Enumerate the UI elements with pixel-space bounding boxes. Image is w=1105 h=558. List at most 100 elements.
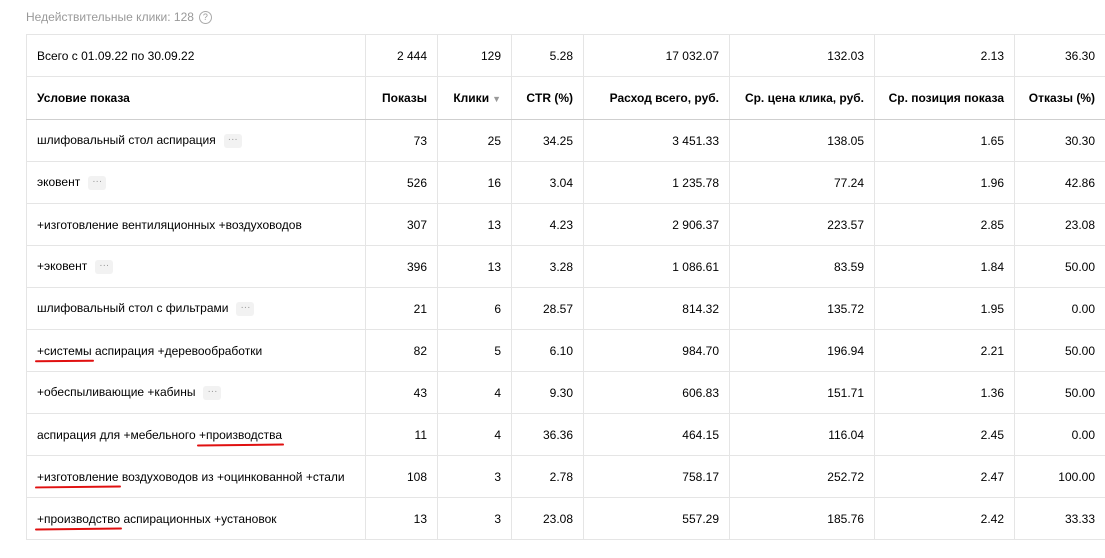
condition-cell: шлифовальный стол аспирация ··· (26, 119, 366, 162)
impressions-cell: 21 (365, 287, 438, 330)
avg-cpc-cell: 116.04 (729, 413, 875, 456)
ctr-cell: 36.36 (511, 413, 584, 456)
column-header-condition[interactable]: Условие показа (26, 76, 366, 120)
column-header-ctr[interactable]: CTR (%) (511, 76, 584, 120)
column-header-avg-position[interactable]: Ср. позиция показа (874, 76, 1015, 120)
total-avg-cpc: 132.03 (729, 34, 875, 77)
column-header-impressions[interactable]: Показы (365, 76, 438, 120)
impressions-cell: 13 (365, 497, 438, 540)
total-label: Всего с 01.09.22 по 30.09.22 (26, 34, 366, 77)
table-row: аспирация для +мебельного +производства 1… (26, 413, 1105, 456)
red-underline-mark (196, 443, 285, 446)
clicks-cell: 13 (437, 203, 512, 246)
clicks-cell: 5 (437, 329, 512, 372)
spend-cell: 606.83 (583, 371, 730, 414)
condition-cell: +эковент ··· (26, 245, 366, 288)
avg-cpc-cell: 185.76 (729, 497, 875, 540)
condition-cell: аспирация для +мебельного +производства (26, 413, 366, 456)
bounce-cell: 0.00 (1014, 413, 1105, 456)
clicks-cell: 6 (437, 287, 512, 330)
keyword-text: аспирация для +мебельного +производства (37, 428, 285, 446)
spend-cell: 814.32 (583, 287, 730, 330)
clicks-cell: 3 (437, 455, 512, 498)
table-row: +изготовление вентиляционных +воздуховод… (26, 203, 1105, 246)
ctr-cell: 6.10 (511, 329, 584, 372)
table-row: +обеспыливающие +кабины ··· 43 4 9.30 606.83 1… (26, 371, 1105, 414)
spend-cell: 3 451.33 (583, 119, 730, 162)
more-options-button[interactable]: ··· (88, 175, 107, 190)
condition-cell: +изготовление вентиляционных +воздуховод… (26, 203, 366, 246)
spend-cell: 984.70 (583, 329, 730, 372)
red-underline-mark (34, 527, 123, 530)
bounce-cell: 30.30 (1014, 119, 1105, 162)
condition-cell: +производство аспирационных +установок (26, 497, 366, 540)
ctr-cell: 23.08 (511, 497, 584, 540)
total-spend: 17 032.07 (583, 34, 730, 77)
table-row: +производство аспирационных +установок 13… (26, 497, 1105, 540)
help-icon[interactable]: ? (198, 10, 212, 24)
table-row: +эковент ··· 396 13 3.28 1 086.61 83.59 1.84 50.… (26, 245, 1105, 288)
total-avg-position: 2.13 (874, 34, 1015, 77)
keyword-text: шлифовальный стол аспирация (37, 133, 216, 148)
avg-cpc-cell: 223.57 (729, 203, 875, 246)
table-row: шлифовальный стол аспирация ··· 73 25 34.25 3… (26, 119, 1105, 162)
clicks-cell: 13 (437, 245, 512, 288)
avg-position-cell: 1.96 (874, 161, 1015, 204)
table-row: шлифовальный стол с фильтрами ··· 21 6 28.57… (26, 287, 1105, 330)
impressions-cell: 526 (365, 161, 438, 204)
avg-position-cell: 2.45 (874, 413, 1015, 456)
avg-cpc-cell: 196.94 (729, 329, 875, 372)
avg-cpc-cell: 83.59 (729, 245, 875, 288)
avg-position-cell: 1.36 (874, 371, 1015, 414)
keyword-text: +изготовление воздуховодов из +оцинкован… (34, 470, 345, 488)
avg-position-cell: 2.47 (874, 455, 1015, 498)
more-options-button[interactable]: ··· (223, 133, 242, 148)
ctr-cell: 28.57 (511, 287, 584, 330)
column-header-bounce[interactable]: Отказы (%) (1014, 76, 1105, 120)
avg-position-cell: 2.85 (874, 203, 1015, 246)
more-options-button[interactable]: ··· (203, 385, 222, 400)
keyword-text: +системы аспирация +деревообработки (34, 344, 262, 362)
bounce-cell: 50.00 (1014, 371, 1105, 414)
table-row: эковент ··· 526 16 3.04 1 235.78 77.24 1.96 42.8… (26, 161, 1105, 204)
column-header-spend[interactable]: Расход всего, руб. (583, 76, 730, 120)
keyword-text: шлифовальный стол с фильтрами (37, 301, 229, 316)
impressions-cell: 108 (365, 455, 438, 498)
ctr-cell: 3.28 (511, 245, 584, 288)
keyword-text: эковент (37, 175, 81, 190)
avg-position-cell: 1.95 (874, 287, 1015, 330)
bounce-cell: 100.00 (1014, 455, 1105, 498)
clicks-cell: 4 (437, 413, 512, 456)
clicks-cell: 25 (437, 119, 512, 162)
column-header-clicks[interactable]: Клики ▼ (437, 76, 512, 120)
column-header-avg-cpc[interactable]: Ср. цена клика, руб. (729, 76, 875, 120)
avg-cpc-cell: 77.24 (729, 161, 875, 204)
spend-cell: 758.17 (583, 455, 730, 498)
condition-cell: эковент ··· (26, 161, 366, 204)
avg-cpc-cell: 151.71 (729, 371, 875, 414)
invalid-clicks-label: Недействительные клики: 128 (26, 10, 194, 24)
keyword-text: +изготовление вентиляционных +воздуховод… (37, 217, 302, 232)
condition-cell: +обеспыливающие +кабины ··· (26, 371, 366, 414)
more-options-button[interactable]: ··· (95, 259, 114, 274)
avg-position-cell: 1.65 (874, 119, 1015, 162)
rows-body: шлифовальный стол аспирация ··· 73 25 34.25 3… (26, 119, 1105, 540)
spend-cell: 464.15 (583, 413, 730, 456)
total-clicks: 129 (437, 34, 512, 77)
bounce-cell: 33.33 (1014, 497, 1105, 540)
total-impressions: 2 444 (365, 34, 438, 77)
more-options-button[interactable]: ··· (236, 301, 255, 316)
red-underline-mark (34, 359, 94, 362)
keyword-text: +обеспыливающие +кабины (37, 385, 196, 400)
impressions-cell: 73 (365, 119, 438, 162)
condition-cell: +изготовление воздуховодов из +оцинкован… (26, 455, 366, 498)
bounce-cell: 50.00 (1014, 329, 1105, 372)
ctr-cell: 3.04 (511, 161, 584, 204)
total-bounce: 36.30 (1014, 34, 1105, 77)
condition-cell: +системы аспирация +деревообработки (26, 329, 366, 372)
clicks-cell: 3 (437, 497, 512, 540)
bounce-cell: 23.08 (1014, 203, 1105, 246)
spend-cell: 2 906.37 (583, 203, 730, 246)
total-row: Всего с 01.09.22 по 30.09.22 2 444 129 5… (26, 34, 1105, 77)
bounce-cell: 42.86 (1014, 161, 1105, 204)
